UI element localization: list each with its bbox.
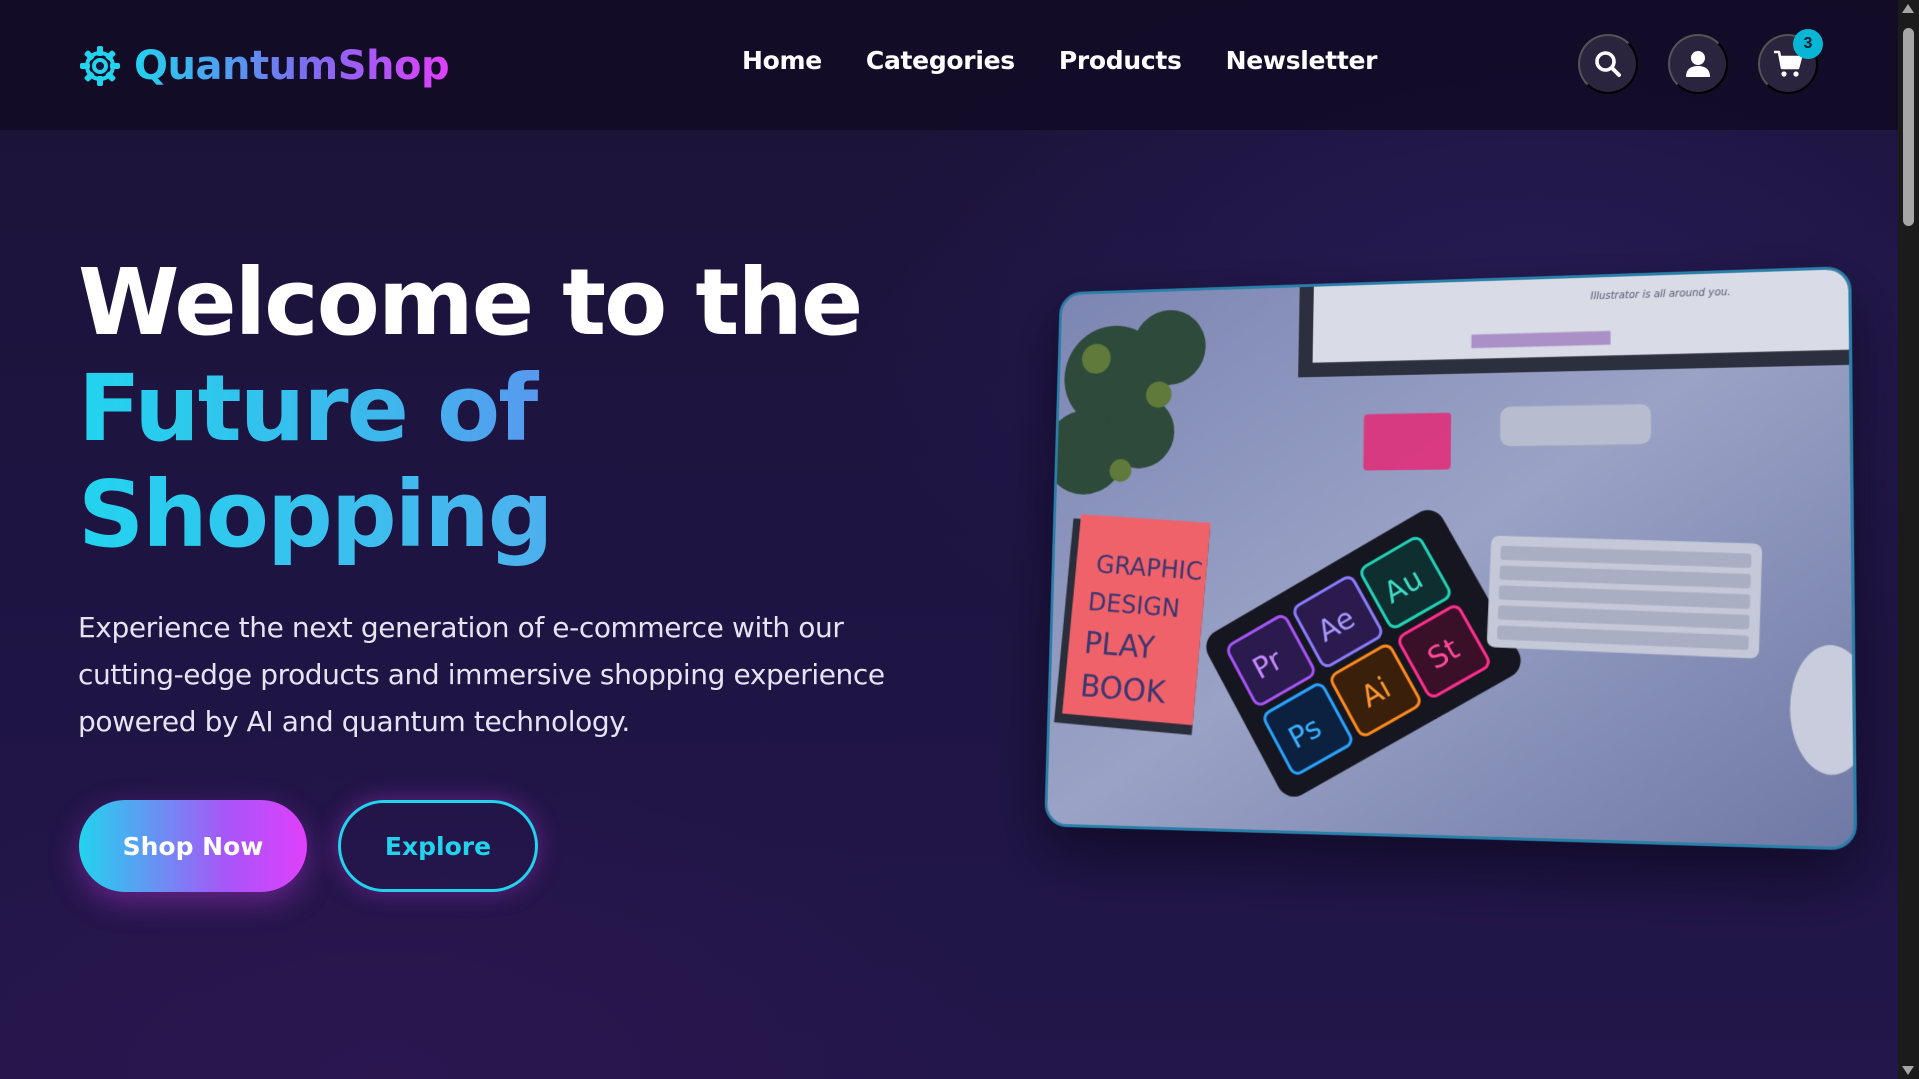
explore-button[interactable]: Explore [338, 800, 538, 892]
nav-categories[interactable]: Categories [866, 46, 1015, 75]
scroll-thumb[interactable] [1903, 28, 1914, 226]
book-cover-text: PLAY [1083, 626, 1157, 667]
search-button[interactable] [1578, 34, 1638, 94]
brand-name: QuantumShop [134, 43, 450, 89]
hero-image-container: Illustrator is all around you. GRAPHIC D… [1010, 265, 1858, 885]
hero-description: Experience the next generation of e-comm… [78, 611, 885, 738]
user-icon [1686, 51, 1710, 77]
brand-logo[interactable]: QuantumShop [78, 38, 450, 94]
shop-now-button[interactable]: Shop Now [79, 800, 307, 892]
atom-gear-icon [80, 46, 120, 86]
hero-title-line1: Welcome to the [78, 249, 863, 356]
nav-newsletter[interactable]: Newsletter [1226, 46, 1378, 75]
account-button[interactable] [1668, 34, 1728, 94]
nav-home[interactable]: Home [742, 46, 822, 75]
nav-products[interactable]: Products [1059, 46, 1182, 75]
main-nav: Home Categories Products Newsletter [742, 46, 1378, 75]
cart-button[interactable]: 3 [1758, 29, 1823, 94]
hero-title-line3: Shopping [78, 462, 978, 568]
hero-title: Welcome to the Future of Shopping [78, 250, 978, 568]
hero-image: Illustrator is all around you. GRAPHIC D… [1044, 265, 1858, 851]
page: QuantumShop Home Categories Products New… [0, 0, 1919, 1079]
nav-actions: 3 [1578, 29, 1823, 94]
page-scrollbar[interactable] [1898, 0, 1919, 1079]
scroll-up-icon[interactable] [1902, 4, 1914, 13]
desk-scene-illustration: Illustrator is all around you. GRAPHIC D… [1046, 269, 1854, 848]
search-icon [1595, 51, 1621, 77]
navbar: QuantumShop Home Categories Products New… [0, 0, 1898, 130]
cart-count-badge: 3 [1793, 29, 1823, 59]
scroll-down-icon[interactable] [1902, 1066, 1914, 1075]
hero-title-line2: Future of [78, 356, 978, 462]
